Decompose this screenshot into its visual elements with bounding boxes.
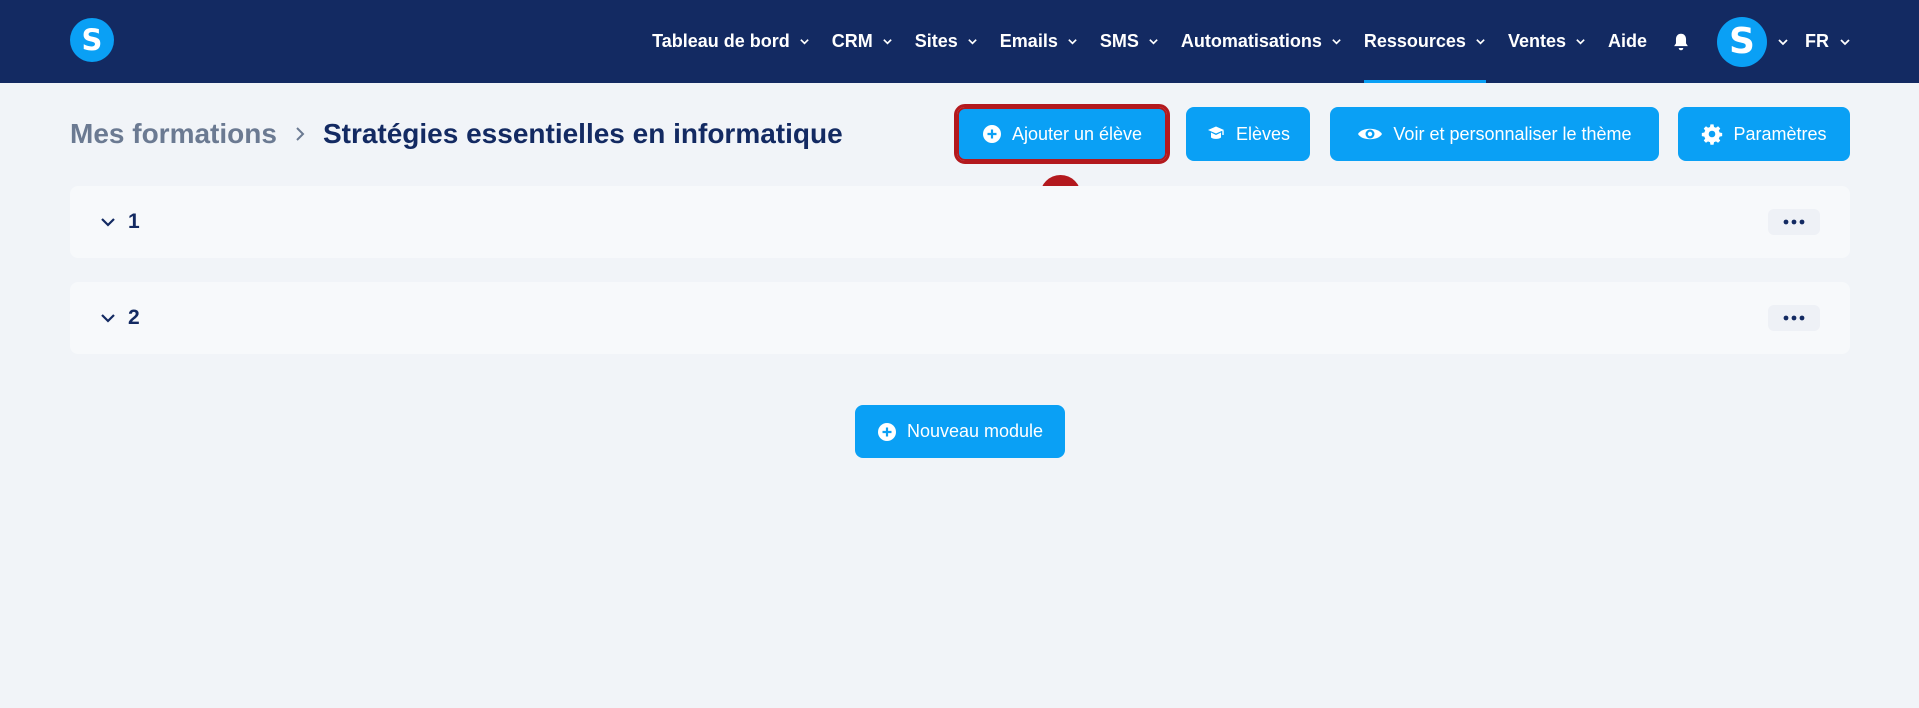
chevron-down-icon: [1476, 39, 1485, 45]
new-module-button[interactable]: Nouveau module: [855, 405, 1065, 458]
language-label: FR: [1805, 31, 1829, 51]
nav-item-sales[interactable]: Ventes: [1508, 0, 1586, 83]
nav-item-sites[interactable]: Sites: [915, 0, 978, 83]
bell-icon-glyph: [1674, 33, 1688, 50]
chevron-down-icon[interactable]: [1777, 36, 1789, 48]
nav-item-label: SMS: [1099, 31, 1139, 51]
nav-item-automations[interactable]: Automatisations: [1181, 0, 1342, 83]
nav-item-label: Ventes: [1507, 31, 1566, 51]
nav-item-label: Automatisations: [1180, 31, 1322, 51]
plus-circle-icon: [982, 124, 1002, 144]
settings-button[interactable]: Paramètres: [1678, 107, 1850, 161]
customize-theme-label: Voir et personnaliser le thème: [1393, 123, 1632, 144]
nav-item-label: CRM: [831, 31, 873, 51]
nav-item-sms[interactable]: SMS: [1100, 0, 1159, 83]
ellipsis-icon: [1783, 315, 1805, 321]
nav-item-crm[interactable]: CRM: [832, 0, 893, 83]
chevron-down-icon[interactable]: [100, 312, 116, 324]
brand-logo[interactable]: S: [70, 18, 114, 62]
main-nav: Tableau de bord CRM Sites Emails SMS Aut…: [652, 0, 1851, 83]
chevron-right-icon: [293, 125, 307, 143]
nav-item-label: Sites: [914, 31, 958, 51]
nav-item-emails[interactable]: Emails: [1000, 0, 1078, 83]
more-options-button[interactable]: [1768, 305, 1820, 331]
chevron-down-icon: [1840, 38, 1850, 45]
nav-item-dashboard[interactable]: Tableau de bord: [652, 0, 810, 83]
module-row[interactable]: 1: [70, 186, 1850, 258]
customize-theme-button[interactable]: Voir et personnaliser le thème: [1330, 107, 1659, 161]
eye-icon: [1357, 125, 1383, 143]
page-title: Stratégies essentielles en informatique: [322, 118, 843, 149]
module-title: 1: [128, 210, 140, 233]
students-button[interactable]: Elèves: [1186, 107, 1310, 161]
chevron-down-icon: [800, 39, 809, 45]
language-selector[interactable]: FR: [1805, 31, 1851, 52]
breadcrumb: Mes formations Stratégies essentielles e…: [70, 118, 843, 150]
add-student-button[interactable]: Ajouter un élève: [954, 104, 1170, 164]
nav-item-label: Ressources: [1363, 31, 1466, 51]
nav-item-label: Tableau de bord: [652, 31, 790, 51]
ellipsis-icon: [1783, 219, 1805, 225]
chevron-down-icon: [1149, 39, 1158, 45]
graduation-cap-icon: [1206, 124, 1226, 144]
new-module-label: Nouveau module: [906, 421, 1044, 441]
gear-icon: [1701, 123, 1723, 145]
chevron-down-icon: [1576, 39, 1585, 45]
add-student-label: Ajouter un élève: [1011, 123, 1143, 144]
nav-item-resources[interactable]: Ressources: [1363, 0, 1486, 83]
chevron-down-icon: [883, 39, 892, 45]
more-options-button[interactable]: [1768, 209, 1820, 235]
bell-icon[interactable]: [1669, 30, 1693, 54]
chevron-down-icon: [1068, 39, 1077, 45]
chevron-down-icon: [968, 39, 977, 45]
nav-item-label: Emails: [999, 31, 1058, 51]
chevron-down-icon: [1332, 39, 1341, 45]
plus-circle-icon: [877, 422, 897, 442]
nav-item-label: Aide: [1607, 31, 1647, 51]
chevron-down-icon[interactable]: [100, 216, 116, 228]
nav-item-help[interactable]: Aide: [1608, 0, 1647, 83]
settings-label: Paramètres: [1733, 123, 1827, 144]
module-title: 2: [128, 306, 140, 329]
breadcrumb-parent-link[interactable]: Mes formations: [70, 118, 277, 150]
students-label: Elèves: [1235, 123, 1291, 144]
avatar[interactable]: S: [1717, 16, 1767, 67]
module-row[interactable]: 2: [70, 282, 1850, 354]
top-navbar: S Tableau de bord CRM Sites Emails SMS A…: [0, 0, 1919, 83]
